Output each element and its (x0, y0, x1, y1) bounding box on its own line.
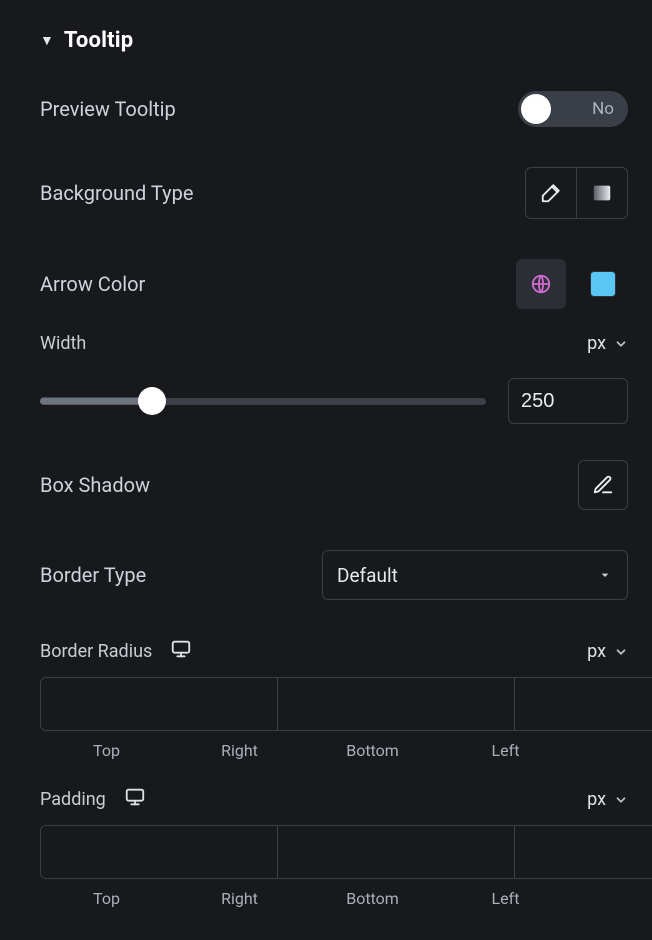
padding-label: Padding (40, 789, 106, 810)
slider-thumb[interactable] (138, 387, 166, 415)
pencil-icon (592, 474, 614, 496)
section-title: Tooltip (64, 28, 133, 53)
border-type-value: Default (337, 564, 398, 587)
side-label: Bottom (306, 731, 439, 760)
unit-text: px (587, 333, 606, 354)
side-label: Left (439, 879, 572, 908)
arrow-color-global-button[interactable] (516, 259, 566, 309)
toggle-state-text: No (592, 99, 614, 119)
border-type-select[interactable]: Default (322, 550, 628, 600)
row-padding-header: Padding px (22, 760, 628, 825)
chevron-down-icon (614, 337, 628, 351)
border-radius-inputs: Top Right Bottom Left (22, 677, 628, 760)
background-type-group (525, 167, 628, 219)
preview-tooltip-label: Preview Tooltip (40, 97, 176, 121)
border-radius-label: Border Radius (40, 641, 152, 662)
padding-unit-select[interactable]: px (587, 789, 628, 810)
chevron-down-icon (614, 793, 628, 807)
box-shadow-label: Box Shadow (40, 473, 150, 497)
arrow-color-controls (516, 259, 628, 309)
border-type-label: Border Type (40, 563, 146, 587)
row-preview-tooltip: Preview Tooltip No (22, 71, 628, 147)
width-input[interactable] (508, 378, 628, 424)
toggle-knob (521, 94, 551, 124)
border-radius-unit-select[interactable]: px (587, 641, 628, 662)
desktop-icon[interactable] (124, 786, 146, 813)
padding-inputs: Top Right Bottom Left (22, 825, 628, 908)
side-label: Top (40, 731, 173, 760)
color-swatch (590, 271, 616, 297)
side-label: Right (173, 731, 306, 760)
row-background-type: Background Type (22, 147, 628, 239)
background-solid-button[interactable] (526, 168, 576, 218)
arrow-color-label: Arrow Color (40, 272, 145, 296)
caret-down-icon: ▼ (40, 32, 54, 49)
globe-icon (530, 273, 552, 295)
desktop-icon[interactable] (170, 638, 192, 665)
padding-right[interactable] (278, 825, 515, 879)
background-gradient-button[interactable] (577, 168, 627, 218)
row-width: Width px (22, 329, 628, 432)
tooltip-panel: ▼ Tooltip Preview Tooltip No Background … (0, 0, 652, 940)
side-label: Bottom (306, 879, 439, 908)
row-border-type: Border Type Default (22, 530, 628, 620)
row-box-shadow: Box Shadow (22, 432, 628, 530)
arrow-color-swatch-button[interactable] (578, 259, 628, 309)
section-header[interactable]: ▼ Tooltip (22, 20, 628, 71)
row-border-radius-header: Border Radius px (22, 620, 628, 677)
border-radius-right[interactable] (278, 677, 515, 731)
width-label: Width (40, 333, 86, 354)
preview-tooltip-toggle[interactable]: No (518, 91, 628, 127)
width-unit-select[interactable]: px (587, 333, 628, 354)
brush-icon (540, 182, 562, 204)
row-arrow-color: Arrow Color (22, 239, 628, 329)
slider-fill (40, 398, 152, 405)
chevron-down-icon (614, 645, 628, 659)
border-radius-bottom[interactable] (515, 677, 652, 731)
border-radius-side-labels: Top Right Bottom Left (40, 731, 628, 760)
width-slider[interactable] (40, 387, 486, 415)
padding-top[interactable] (40, 825, 278, 879)
background-type-label: Background Type (40, 181, 193, 205)
padding-side-labels: Top Right Bottom Left (40, 879, 628, 908)
side-label: Top (40, 879, 173, 908)
unit-text: px (587, 641, 606, 662)
side-label: Right (173, 879, 306, 908)
border-radius-top[interactable] (40, 677, 278, 731)
caret-down-icon (597, 567, 613, 583)
unit-text: px (587, 789, 606, 810)
box-shadow-edit-button[interactable] (578, 460, 628, 510)
gradient-icon (591, 182, 613, 204)
padding-bottom[interactable] (515, 825, 652, 879)
side-label: Left (439, 731, 572, 760)
